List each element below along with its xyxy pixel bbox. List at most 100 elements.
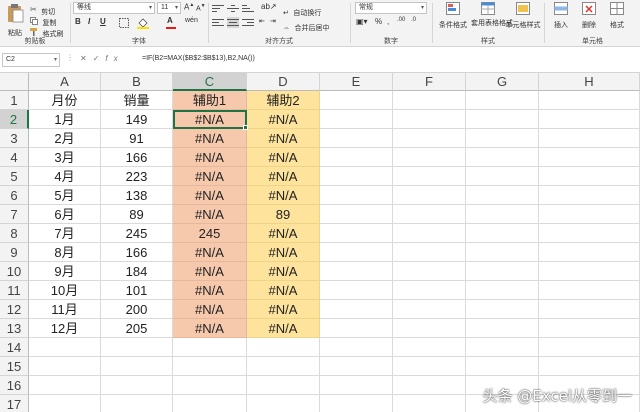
bottom-align-icon[interactable] <box>242 3 254 14</box>
cell-a3[interactable]: 2月 <box>29 129 101 148</box>
cell-d17[interactable] <box>247 395 320 412</box>
column-header-a[interactable]: A <box>29 73 101 91</box>
cell-d9[interactable]: #N/A <box>247 243 320 262</box>
cell-g1[interactable] <box>466 91 539 110</box>
cell-b6[interactable]: 138 <box>101 186 173 205</box>
orientation-icon[interactable]: ab↗ <box>261 2 277 11</box>
number-format-select[interactable]: 常规 ▾ <box>355 2 427 14</box>
cell-c11[interactable]: #N/A <box>173 281 247 300</box>
cell-d16[interactable] <box>247 376 320 395</box>
row-header-11[interactable]: 11 <box>0 281 29 300</box>
cell-d7[interactable]: 89 <box>247 205 320 224</box>
row-header-2[interactable]: 2 <box>0 110 29 129</box>
font-size-select[interactable]: 11 ▾ <box>157 2 181 14</box>
cell-g12[interactable] <box>466 300 539 319</box>
cell-h10[interactable] <box>539 262 640 281</box>
cancel-icon[interactable]: ✕ <box>80 54 93 63</box>
underline-button[interactable]: U <box>100 17 106 26</box>
cell-f12[interactable] <box>393 300 466 319</box>
cell-e10[interactable] <box>320 262 393 281</box>
format-as-table-button[interactable]: 套用表格格式 <box>471 2 513 28</box>
cell-g6[interactable] <box>466 186 539 205</box>
align-right-icon[interactable] <box>242 17 254 28</box>
fill-color-icon[interactable] <box>137 17 149 29</box>
cell-d1[interactable]: 辅助2 <box>247 91 320 110</box>
decrease-decimal-icon[interactable]: .0 <box>411 17 416 23</box>
cell-a2[interactable]: 1月 <box>29 110 101 129</box>
cell-a5[interactable]: 4月 <box>29 167 101 186</box>
cell-f14[interactable] <box>393 338 466 357</box>
row-header-1[interactable]: 1 <box>0 91 29 110</box>
cell-h4[interactable] <box>539 148 640 167</box>
cell-d11[interactable]: #N/A <box>247 281 320 300</box>
cell-b5[interactable]: 223 <box>101 167 173 186</box>
cell-b9[interactable]: 166 <box>101 243 173 262</box>
cell-c5[interactable]: #N/A <box>173 167 247 186</box>
cell-c14[interactable] <box>173 338 247 357</box>
cell-a7[interactable]: 6月 <box>29 205 101 224</box>
cell-f8[interactable] <box>393 224 466 243</box>
insert-button[interactable]: 插入 <box>549 2 573 30</box>
cell-a11[interactable]: 10月 <box>29 281 101 300</box>
cell-b8[interactable]: 245 <box>101 224 173 243</box>
row-header-12[interactable]: 12 <box>0 300 29 319</box>
cell-g15[interactable] <box>466 357 539 376</box>
cell-e13[interactable] <box>320 319 393 338</box>
shrink-font-icon[interactable]: A▼ <box>196 3 206 12</box>
cell-h11[interactable] <box>539 281 640 300</box>
cell-b13[interactable]: 205 <box>101 319 173 338</box>
format-button[interactable]: 格式 <box>605 2 629 30</box>
cell-c16[interactable] <box>173 376 247 395</box>
cell-f4[interactable] <box>393 148 466 167</box>
font-name-select[interactable]: 等线 ▾ <box>73 2 155 14</box>
cell-h7[interactable] <box>539 205 640 224</box>
row-header-8[interactable]: 8 <box>0 224 29 243</box>
cell-e12[interactable] <box>320 300 393 319</box>
conditional-format-button[interactable]: 条件格式 <box>437 2 469 30</box>
row-header-6[interactable]: 6 <box>0 186 29 205</box>
cell-e15[interactable] <box>320 357 393 376</box>
cell-h15[interactable] <box>539 357 640 376</box>
row-header-3[interactable]: 3 <box>0 129 29 148</box>
paste-button[interactable]: 粘贴 <box>4 3 26 38</box>
cell-g5[interactable] <box>466 167 539 186</box>
italic-button[interactable]: I <box>88 17 90 26</box>
borders-icon[interactable] <box>119 18 129 28</box>
cell-a6[interactable]: 5月 <box>29 186 101 205</box>
cell-g7[interactable] <box>466 205 539 224</box>
cell-e17[interactable] <box>320 395 393 412</box>
delete-button[interactable]: 删除 <box>577 2 601 30</box>
column-header-g[interactable]: G <box>466 73 539 91</box>
cell-b12[interactable]: 200 <box>101 300 173 319</box>
select-all-corner[interactable] <box>0 73 29 91</box>
cell-g3[interactable] <box>466 129 539 148</box>
cell-g13[interactable] <box>466 319 539 338</box>
comma-style-icon[interactable]: , <box>387 17 389 26</box>
cell-f13[interactable] <box>393 319 466 338</box>
cell-d3[interactable]: #N/A <box>247 129 320 148</box>
cell-d12[interactable]: #N/A <box>247 300 320 319</box>
cell-b2[interactable]: 149 <box>101 110 173 129</box>
cell-b1[interactable]: 销量 <box>101 91 173 110</box>
cell-b4[interactable]: 166 <box>101 148 173 167</box>
row-header-4[interactable]: 4 <box>0 148 29 167</box>
cell-c3[interactable]: #N/A <box>173 129 247 148</box>
column-header-c[interactable]: C <box>173 73 247 91</box>
row-header-10[interactable]: 10 <box>0 262 29 281</box>
align-left-icon[interactable] <box>212 17 224 28</box>
cell-d10[interactable]: #N/A <box>247 262 320 281</box>
cell-a4[interactable]: 3月 <box>29 148 101 167</box>
fill-handle[interactable] <box>243 125 248 130</box>
cell-c4[interactable]: #N/A <box>173 148 247 167</box>
cell-a9[interactable]: 8月 <box>29 243 101 262</box>
cell-e14[interactable] <box>320 338 393 357</box>
middle-align-icon[interactable] <box>227 3 239 14</box>
cell-e9[interactable] <box>320 243 393 262</box>
cell-d14[interactable] <box>247 338 320 357</box>
cell-f16[interactable] <box>393 376 466 395</box>
cell-styles-button[interactable]: 单元格样式 <box>505 2 541 30</box>
row-header-13[interactable]: 13 <box>0 319 29 338</box>
bold-button[interactable]: B <box>75 17 81 26</box>
cell-b17[interactable] <box>101 395 173 412</box>
cell-b7[interactable]: 89 <box>101 205 173 224</box>
